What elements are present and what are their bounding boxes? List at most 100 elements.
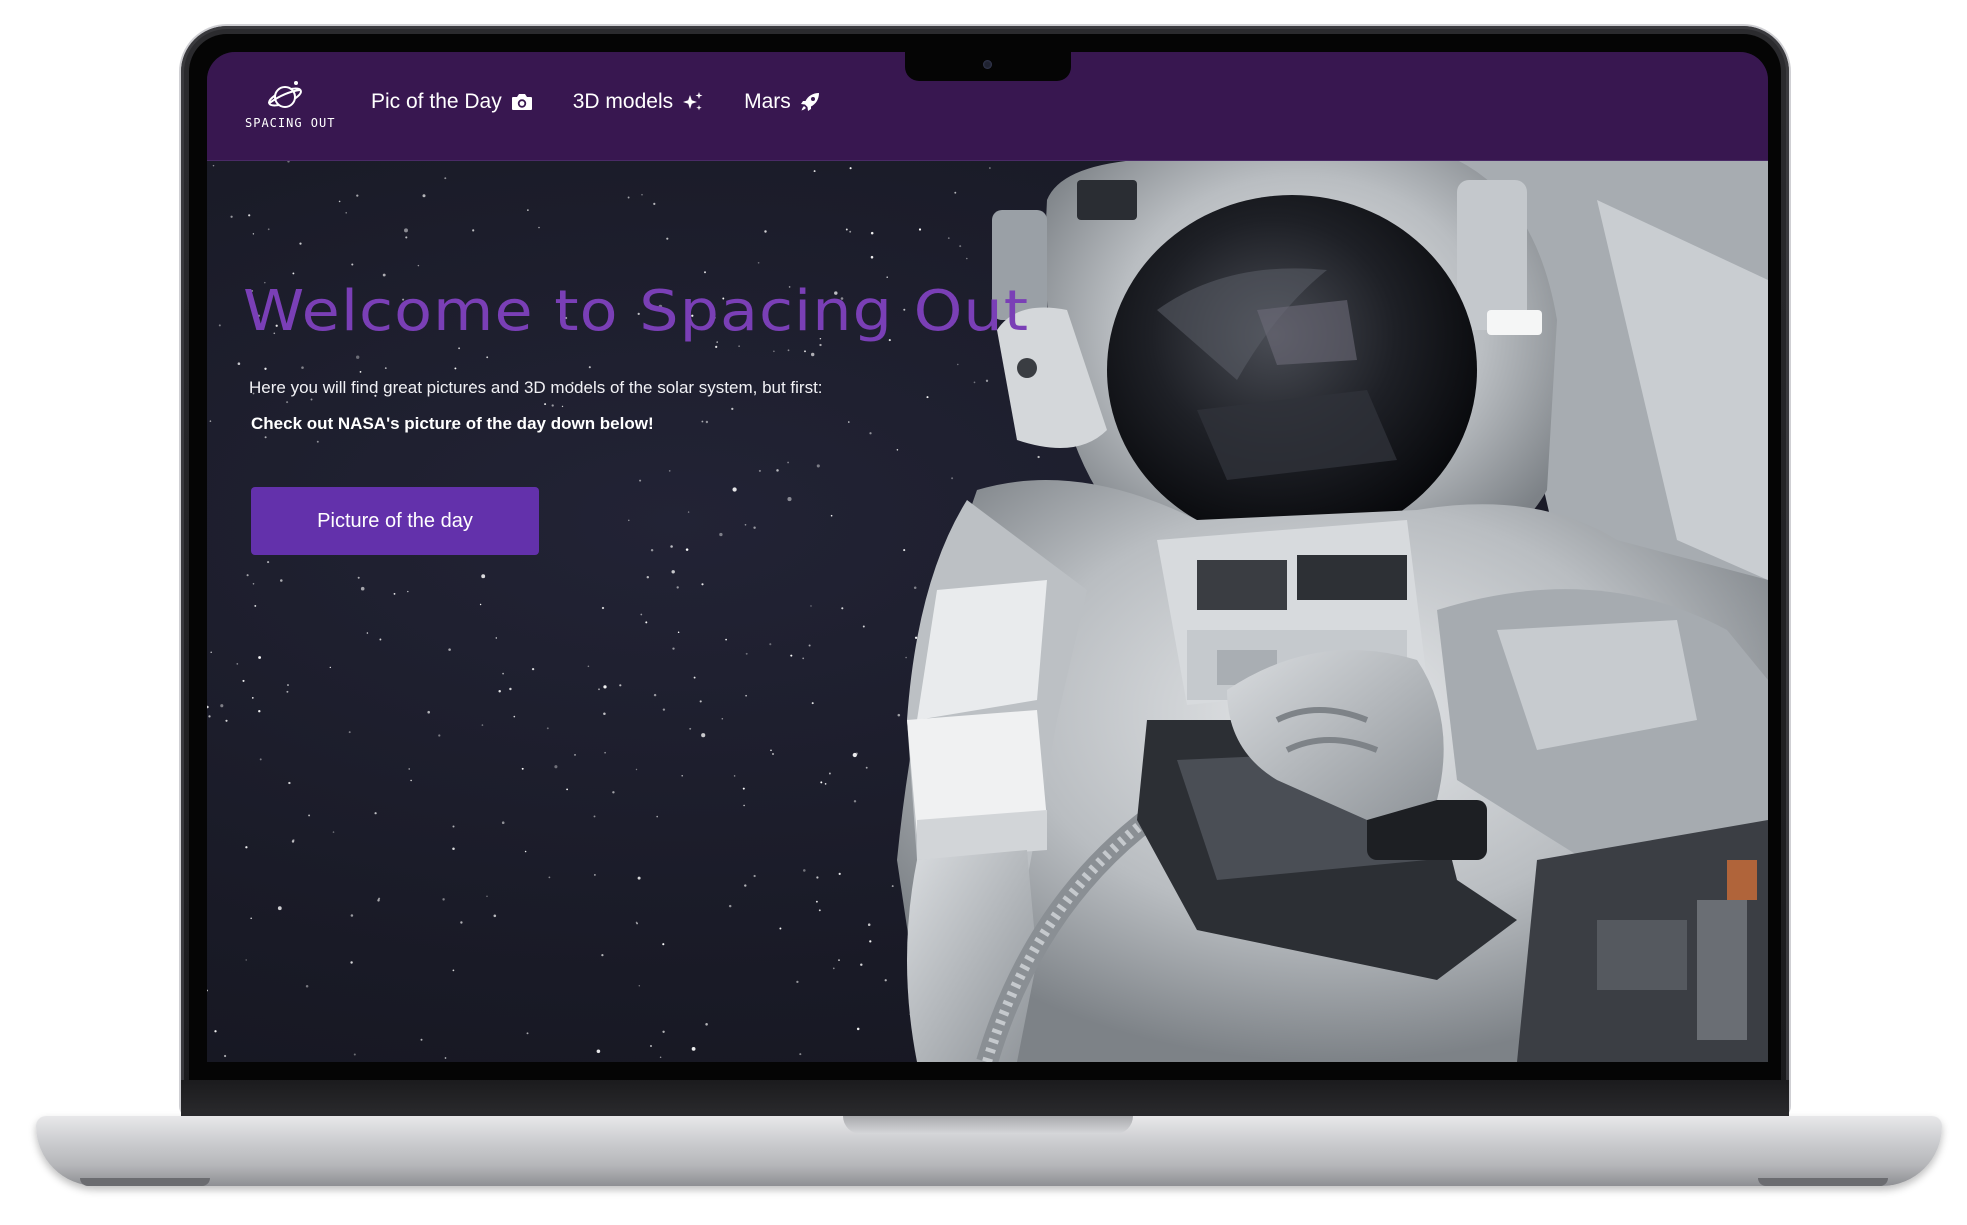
star (458, 347, 460, 350)
star (662, 708, 666, 711)
star (379, 638, 382, 641)
star (207, 989, 208, 992)
star (442, 898, 445, 901)
nav-item-pic-of-the-day[interactable]: Pic of the Day (371, 90, 533, 114)
hero-title: Welcome to Spacing Out (243, 278, 1030, 344)
star (598, 688, 600, 691)
star (310, 398, 313, 401)
star (601, 953, 604, 957)
star (810, 352, 815, 357)
star (481, 724, 484, 726)
star (332, 831, 335, 833)
star (220, 704, 224, 708)
star (691, 1046, 696, 1051)
star (207, 705, 209, 709)
star (292, 272, 295, 275)
laptop-screen: SPACING OUT Pic of the Day 3D models Mar… (207, 52, 1768, 1062)
star (815, 900, 818, 903)
star (799, 1053, 802, 1056)
star (366, 632, 369, 634)
star (816, 464, 820, 468)
star (350, 914, 354, 917)
star (662, 943, 665, 946)
picture-of-the-day-button[interactable]: Picture of the day (251, 487, 539, 555)
star (359, 371, 362, 373)
star (280, 579, 283, 582)
star (787, 461, 789, 464)
nav-item-mars[interactable]: Mars (744, 90, 820, 114)
star (248, 214, 251, 217)
star (493, 914, 497, 918)
star (635, 921, 638, 924)
star (299, 242, 302, 245)
star (715, 345, 718, 348)
star (410, 779, 412, 782)
star (641, 193, 643, 196)
star (753, 526, 756, 529)
star (224, 1054, 227, 1058)
star (301, 366, 304, 369)
star (287, 684, 289, 686)
star (356, 194, 359, 197)
star (627, 196, 630, 199)
star (656, 815, 658, 818)
star (838, 959, 840, 962)
star (824, 783, 827, 785)
star (288, 781, 291, 785)
star (382, 273, 386, 277)
star (526, 1032, 529, 1035)
star (650, 548, 654, 552)
star (225, 719, 228, 722)
camera-icon-lens (983, 60, 992, 69)
star (744, 523, 747, 526)
star (448, 648, 451, 651)
star (305, 984, 309, 988)
nav-item-3d-models[interactable]: 3D models (573, 90, 704, 114)
star (701, 583, 704, 586)
star (486, 356, 489, 359)
star (246, 574, 249, 577)
star (277, 906, 282, 911)
star (509, 687, 512, 691)
star (830, 514, 833, 517)
sparkles-icon (683, 92, 703, 111)
star (603, 685, 607, 689)
star (838, 872, 841, 876)
star (745, 652, 748, 655)
star (531, 667, 535, 671)
star (612, 791, 615, 794)
star (693, 676, 696, 679)
star (267, 561, 270, 564)
brand-name: SPACING OUT (245, 116, 336, 130)
star (258, 656, 262, 659)
nav-item-label: Mars (744, 90, 791, 113)
nav-links: Pic of the Day 3D models Mars (371, 90, 820, 114)
star (378, 897, 381, 900)
star (731, 407, 734, 411)
star (719, 532, 723, 537)
star (787, 349, 790, 352)
star (427, 710, 430, 714)
star (865, 766, 868, 769)
star (771, 752, 775, 756)
star (769, 643, 772, 646)
star (681, 774, 683, 777)
star (841, 607, 844, 610)
star (498, 690, 501, 693)
star (676, 586, 679, 589)
star (574, 754, 576, 756)
star (258, 710, 261, 713)
star (653, 693, 657, 697)
star (701, 733, 706, 738)
brand-logo[interactable]: SPACING OUT (245, 78, 336, 136)
star (209, 420, 212, 422)
star (360, 586, 365, 591)
star (653, 202, 656, 206)
star (593, 815, 596, 818)
star (810, 605, 812, 607)
star (338, 200, 341, 203)
star (566, 788, 568, 791)
star (662, 1030, 665, 1033)
hero-callout: Check out NASA's picture of the day down… (251, 414, 654, 433)
star (374, 812, 377, 815)
